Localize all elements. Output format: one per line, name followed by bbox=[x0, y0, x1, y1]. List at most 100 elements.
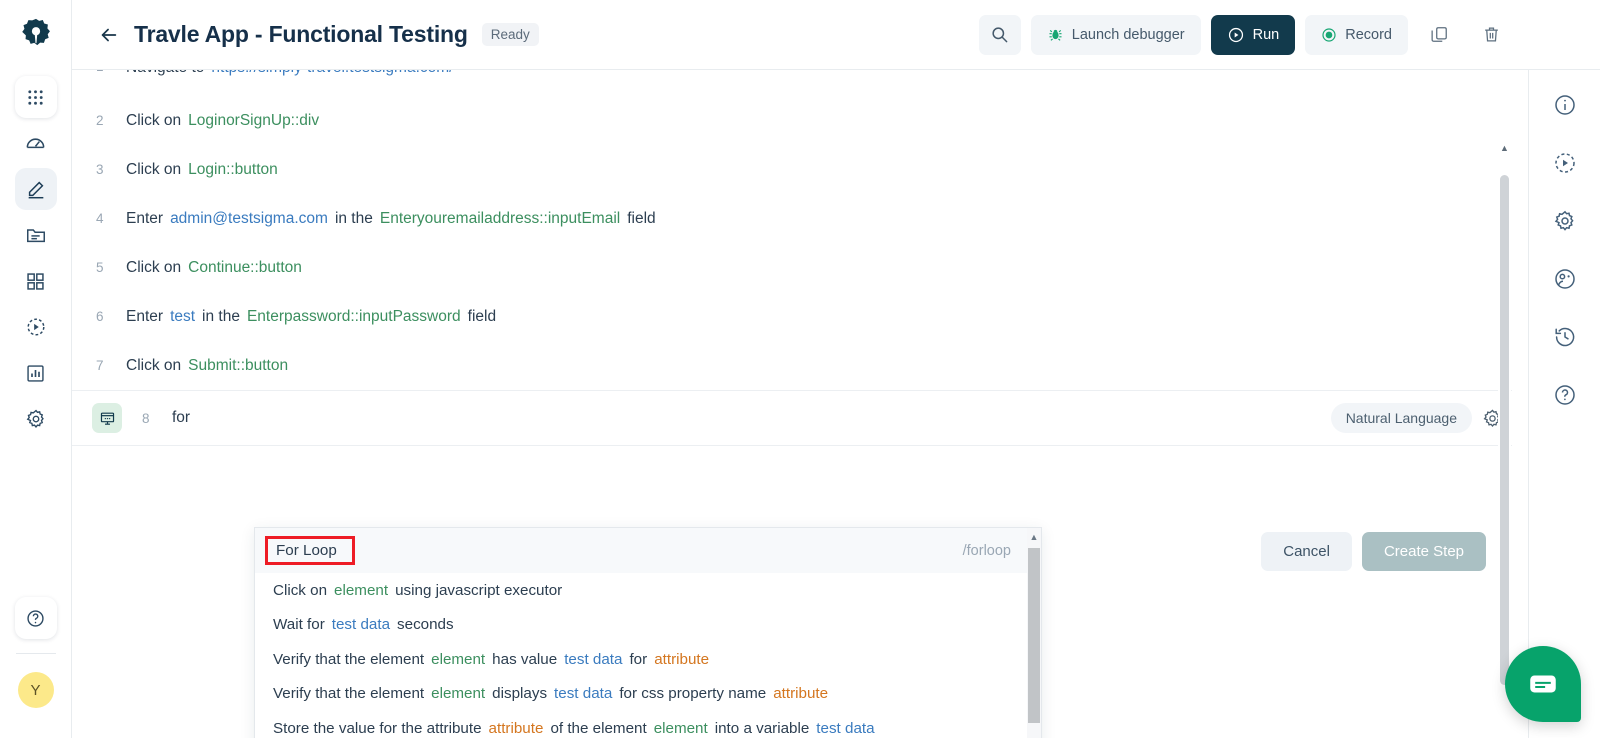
left-sidebar: Y bbox=[0, 0, 72, 738]
token-plain: in the bbox=[334, 209, 373, 227]
token-element: Submit::button bbox=[188, 356, 289, 374]
trash-icon[interactable] bbox=[1470, 15, 1512, 55]
play-circle-dashed-icon[interactable] bbox=[1548, 146, 1582, 180]
token-element: LoginorSignUp::div bbox=[188, 111, 320, 129]
token-plain: using javascript executor bbox=[395, 581, 563, 599]
step-form-actions: Cancel Create Step bbox=[1261, 532, 1486, 571]
steps-scrollbar[interactable]: ▲ bbox=[1498, 140, 1511, 735]
suggestion-item[interactable]: Wait for test data seconds bbox=[255, 608, 1027, 643]
token-plain: For Loop bbox=[276, 542, 337, 559]
step-text: Click on LoginorSignUp::div bbox=[126, 112, 326, 130]
step-row[interactable]: 2 Click on LoginorSignUp::div bbox=[72, 96, 1512, 145]
token-element: Enteryouremailaddress::inputEmail bbox=[379, 209, 621, 227]
token-attribute: attribute bbox=[773, 685, 829, 703]
suggestions-scrollbar-thumb[interactable] bbox=[1028, 548, 1040, 723]
step-number: 4 bbox=[96, 211, 104, 226]
step-text: Click on Login::button bbox=[126, 161, 285, 179]
token-plain: Click on bbox=[126, 356, 182, 374]
sidebar-item-test-suites[interactable] bbox=[15, 214, 57, 256]
token-element: Enterpassword::inputPassword bbox=[246, 307, 461, 325]
steps-panel: 1Navigate to https://simply-travel.testsi… bbox=[72, 70, 1600, 738]
launch-debugger-button[interactable]: Launch debugger bbox=[1030, 14, 1201, 55]
step-row[interactable]: 6 Enter test in the Enterpassword::inputPass… bbox=[72, 292, 1512, 341]
suggestion-item[interactable]: Verify that the element element displays te… bbox=[255, 677, 1027, 712]
suggestions-scroll-up-arrow-icon[interactable]: ▲ bbox=[1027, 528, 1041, 545]
sidebar-item-apps[interactable] bbox=[14, 76, 57, 118]
suggestion-item[interactable]: Store the value for the attribute attribu… bbox=[255, 711, 1027, 738]
sidebar-item-runs[interactable] bbox=[15, 306, 57, 348]
token-attribute: attribute bbox=[488, 719, 544, 737]
chat-bubble-button[interactable] bbox=[1505, 646, 1581, 722]
record-button[interactable]: Record bbox=[1305, 14, 1408, 55]
record-label: Record bbox=[1345, 26, 1392, 43]
step-row[interactable]: 4 Enter admin@testsigma.com in the Enteryour… bbox=[72, 194, 1512, 243]
step-input[interactable]: for bbox=[172, 409, 190, 427]
create-step-button[interactable]: Create Step bbox=[1361, 532, 1486, 571]
token-element: Login::button bbox=[188, 160, 278, 178]
step-row[interactable]: 1Navigate to https://simply-travel.testsi… bbox=[72, 70, 1512, 96]
info-circle-icon[interactable] bbox=[1548, 88, 1582, 122]
natural-language-chip[interactable]: Natural Language bbox=[1330, 403, 1472, 433]
run-button[interactable]: Run bbox=[1210, 14, 1296, 55]
token-plain: Store the value for the attribute bbox=[273, 719, 482, 737]
token-plain: for css property name bbox=[619, 685, 767, 703]
sidebar-divider bbox=[15, 653, 56, 654]
app-root: Y Travle App - Functional Testing Ready bbox=[0, 0, 1600, 738]
token-plain: has value bbox=[492, 650, 558, 668]
topbar-actions: Launch debugger Run Record bbox=[978, 14, 1512, 55]
back-arrow-icon[interactable] bbox=[94, 20, 124, 50]
avatar[interactable]: Y bbox=[17, 672, 54, 708]
suggestions-scrollbar[interactable]: ▲ bbox=[1027, 528, 1041, 738]
right-sidebar bbox=[1528, 70, 1600, 738]
token-url: https://simply-travel.testsigma.com/ bbox=[211, 70, 453, 77]
history-clock-icon[interactable] bbox=[1548, 320, 1582, 354]
sidebar-item-test-cases[interactable] bbox=[14, 168, 57, 210]
step-row[interactable]: 5 Click on Continue::button bbox=[72, 243, 1512, 292]
help-circle-icon[interactable] bbox=[1548, 378, 1582, 412]
token-plain: Enter bbox=[126, 209, 164, 227]
sidebar-item-reports[interactable] bbox=[15, 352, 57, 394]
token-plain: Verify that the element bbox=[273, 685, 425, 703]
copy-icon[interactable] bbox=[1418, 15, 1460, 55]
token-element: element bbox=[431, 650, 486, 668]
data-profile-icon[interactable] bbox=[1548, 262, 1582, 296]
token-plain: Click on bbox=[273, 581, 328, 599]
step-text: Click on Submit::button bbox=[126, 357, 295, 375]
token-attribute: attribute bbox=[654, 650, 710, 668]
play-circle-icon bbox=[1227, 26, 1245, 44]
token-plain: Click on bbox=[126, 258, 182, 276]
token-plain: seconds bbox=[397, 616, 454, 634]
testsigma-gear-logo[interactable] bbox=[0, 0, 72, 70]
scrollbar-thumb[interactable] bbox=[1500, 175, 1509, 685]
cancel-button[interactable]: Cancel bbox=[1261, 532, 1352, 571]
token-plain: field bbox=[467, 307, 497, 325]
step-number: 8 bbox=[142, 410, 150, 426]
token-element: element bbox=[334, 581, 389, 599]
token-plain: field bbox=[627, 209, 656, 227]
step-number: 2 bbox=[96, 113, 104, 128]
search-icon[interactable] bbox=[978, 14, 1021, 55]
step-number: 1 bbox=[96, 70, 126, 74]
scroll-up-arrow-icon[interactable]: ▲ bbox=[1498, 140, 1511, 156]
gear-icon[interactable] bbox=[1548, 204, 1582, 238]
token-data: test data bbox=[554, 685, 613, 703]
token-plain: of the element bbox=[550, 719, 647, 737]
token-element: element bbox=[653, 719, 708, 737]
sidebar-item-test-plans[interactable] bbox=[15, 260, 57, 302]
suggestion-item[interactable]: Click on element using javascript executor bbox=[255, 573, 1027, 608]
token-element: Continue::button bbox=[188, 258, 302, 276]
suggestion-shortcut: /forloop bbox=[962, 542, 1011, 559]
step-terminal-icon[interactable] bbox=[92, 403, 122, 433]
token-plain: Navigate to bbox=[126, 70, 204, 77]
main-area: Travle App - Functional Testing Ready La… bbox=[72, 0, 1600, 738]
suggestion-item[interactable]: For Loop/forloop bbox=[255, 528, 1027, 573]
step-number: 7 bbox=[96, 358, 104, 373]
sidebar-item-settings[interactable] bbox=[15, 398, 57, 440]
suggestion-item[interactable]: Verify that the element element has value t… bbox=[255, 642, 1027, 677]
token-plain: Click on bbox=[126, 111, 182, 129]
sidebar-item-dashboard[interactable] bbox=[15, 122, 57, 164]
step-row[interactable]: 7 Click on Submit::button bbox=[72, 341, 1512, 390]
active-step-row[interactable]: 8 for Natural Language bbox=[72, 390, 1512, 446]
help-circle-icon[interactable] bbox=[14, 597, 57, 639]
step-row[interactable]: 3 Click on Login::button bbox=[72, 145, 1512, 194]
